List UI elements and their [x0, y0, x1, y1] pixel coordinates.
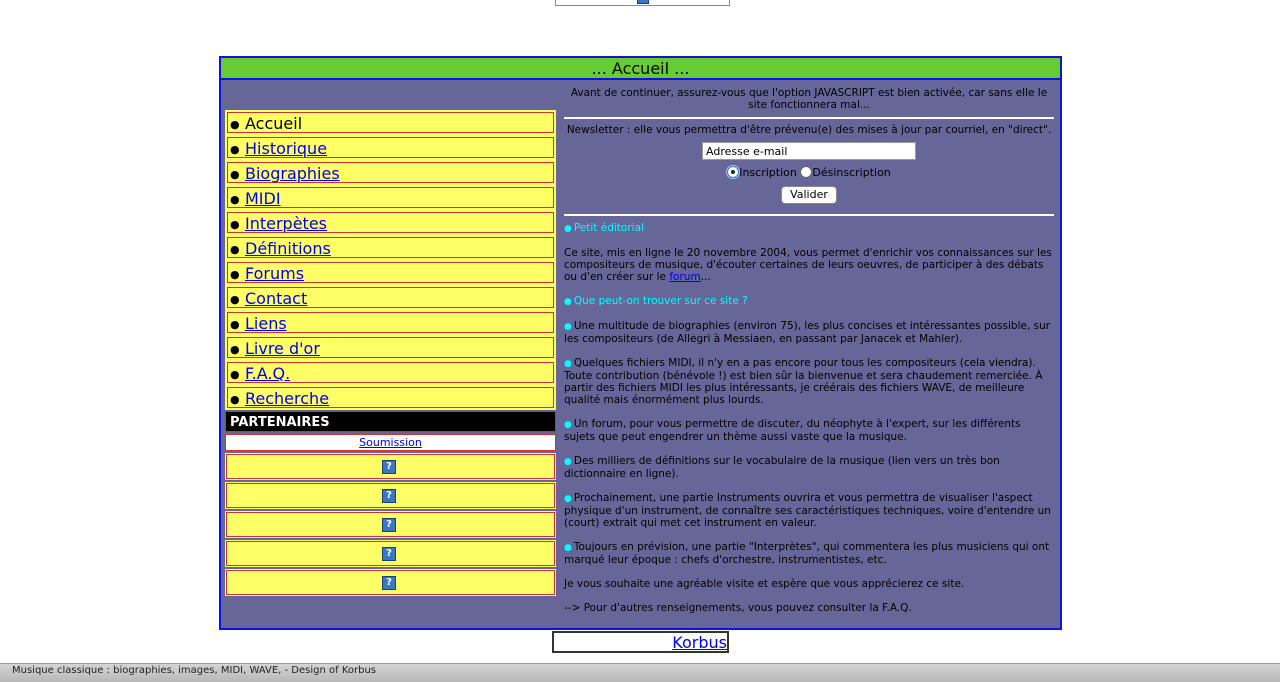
nav-item-6[interactable]: ● Forums	[225, 260, 556, 285]
nav-item-2[interactable]: ● Biographies	[225, 160, 556, 185]
help-icon[interactable]: ?	[382, 576, 396, 590]
js-warning: Avant de continuer, assurez-vous que l'o…	[570, 87, 1048, 111]
submission-link[interactable]: Soumission	[359, 436, 422, 449]
sidebar: ● Accueil ● Historique ● Biographies ● MIDI ● Int…	[225, 110, 556, 596]
email-field[interactable]	[702, 142, 916, 160]
subscription-options: Inscription Désinscription	[564, 166, 1054, 179]
help-icon[interactable]: ?	[382, 547, 396, 561]
subscribe-radio[interactable]	[727, 166, 740, 178]
bullet-icon: ●	[230, 243, 240, 256]
partners-header: PARTENAIRES	[225, 411, 556, 432]
nav-item-label[interactable]: Liens	[245, 314, 287, 333]
nav-list: ● Accueil ● Historique ● Biographies ● MIDI ● Int…	[225, 110, 556, 410]
bullet-icon: ●	[564, 359, 572, 369]
nav-item-0[interactable]: ● Accueil	[225, 110, 556, 135]
bullet-icon: ●	[564, 297, 572, 307]
faq-note: --> Pour d'autres renseignements, vous p…	[564, 602, 912, 614]
main-panel: ... Accueil ... ● Accueil ● Historique ● Biog…	[219, 56, 1062, 630]
help-icon[interactable]: ?	[382, 460, 396, 474]
nav-item-label[interactable]: Livre d'or	[245, 339, 320, 358]
nav-item-label[interactable]: Recherche	[245, 389, 329, 408]
bullet-icon: ●	[230, 318, 240, 331]
top-frame-fragment	[555, 0, 730, 6]
nav-item-label[interactable]: Interpètes	[245, 214, 327, 233]
nav-item-9[interactable]: ● Livre d'or	[225, 335, 556, 360]
divider	[564, 214, 1054, 216]
bullet-icon: ●	[564, 420, 572, 430]
nav-item-label[interactable]: Définitions	[245, 239, 331, 258]
bullet-icon: ●	[230, 118, 240, 131]
feature-item: ● Quelques fichiers MIDI, il n'y en a pas…	[564, 357, 1043, 406]
korbus-link[interactable]: Korbus	[672, 633, 727, 652]
image-placeholder-icon	[637, 0, 649, 4]
nav-item-1[interactable]: ● Historique	[225, 135, 556, 160]
bullet-icon: ●	[230, 218, 240, 231]
submission-row: Soumission	[225, 434, 556, 451]
nav-item-label[interactable]: Biographies	[245, 164, 340, 183]
bullet-icon: ●	[230, 143, 240, 156]
nav-item-label[interactable]: Accueil	[245, 114, 302, 133]
partner-slot[interactable]: ?	[225, 482, 556, 509]
nav-item-label[interactable]: MIDI	[245, 189, 281, 208]
footer-box: Korbus	[552, 631, 729, 653]
bullet-icon: ●	[230, 393, 240, 406]
feature-item: ● Un forum, pour vous permettre de discut…	[564, 418, 1021, 443]
submit-button[interactable]: Valider	[781, 186, 837, 204]
bullet-icon: ●	[230, 168, 240, 181]
partner-slots: ?????	[225, 453, 556, 596]
partner-slot[interactable]: ?	[225, 569, 556, 596]
nav-item-4[interactable]: ● Interpètes	[225, 210, 556, 235]
bullet-icon: ●	[230, 368, 240, 381]
bullet-icon: ●	[564, 543, 572, 553]
feature-item: ● Toujours en prévision, une partie "Inte…	[564, 541, 1050, 566]
help-icon[interactable]: ?	[382, 489, 396, 503]
feature-item: ● Une multitude de biographies (environ 7…	[564, 320, 1051, 345]
main-content: Avant de continuer, assurez-vous que l'o…	[564, 87, 1054, 614]
partner-slot[interactable]: ?	[225, 540, 556, 567]
nav-item-label[interactable]: Historique	[245, 139, 327, 158]
editorial-heading: ● Petit éditorial	[564, 222, 644, 234]
nav-item-11[interactable]: ● Recherche	[225, 385, 556, 410]
nav-item-8[interactable]: ● Liens	[225, 310, 556, 335]
forum-link[interactable]: forum	[669, 271, 700, 283]
subscribe-label: Inscription	[739, 166, 797, 179]
partner-slot[interactable]: ?	[225, 511, 556, 538]
closing-text: Je vous souhaite une agréable visite et …	[564, 578, 965, 590]
bullet-icon: ●	[230, 343, 240, 356]
feature-item: ● Des milliers de définitions sur le voca…	[564, 455, 1000, 480]
nav-item-3[interactable]: ● MIDI	[225, 185, 556, 210]
page-title: ... Accueil ...	[221, 58, 1060, 80]
bullet-icon: ●	[564, 322, 572, 332]
nav-item-7[interactable]: ● Contact	[225, 285, 556, 310]
nav-item-label[interactable]: F.A.Q.	[245, 364, 290, 383]
feature-list: ● Une multitude de biographies (environ 7…	[564, 320, 1054, 566]
divider	[564, 117, 1054, 119]
nav-item-10[interactable]: ● F.A.Q.	[225, 360, 556, 385]
bullet-icon: ●	[230, 268, 240, 281]
bullet-icon: ●	[564, 224, 572, 234]
bullet-icon: ●	[564, 494, 572, 504]
feature-item: ● Prochainement, une partie Instruments o…	[564, 492, 1051, 529]
bullet-icon: ●	[564, 457, 572, 467]
partner-slot[interactable]: ?	[225, 453, 556, 480]
help-icon[interactable]: ?	[382, 518, 396, 532]
intro-paragraph: Ce site, mis en ligne le 20 novembre 200…	[564, 247, 1052, 283]
unsubscribe-radio[interactable]	[800, 166, 813, 178]
bullet-icon: ●	[230, 293, 240, 306]
unsubscribe-label: Désinscription	[812, 166, 891, 179]
nav-item-label[interactable]: Contact	[245, 289, 307, 308]
nav-item-label[interactable]: Forums	[245, 264, 304, 283]
bullet-icon: ●	[230, 193, 240, 206]
nav-item-5[interactable]: ● Définitions	[225, 235, 556, 260]
status-bar: Musique classique : biographies, images,…	[0, 663, 1280, 682]
newsletter-text: Newsletter : elle vous permettra d'être …	[566, 124, 1052, 136]
what-heading: ● Que peut-on trouver sur ce site ?	[564, 295, 748, 307]
